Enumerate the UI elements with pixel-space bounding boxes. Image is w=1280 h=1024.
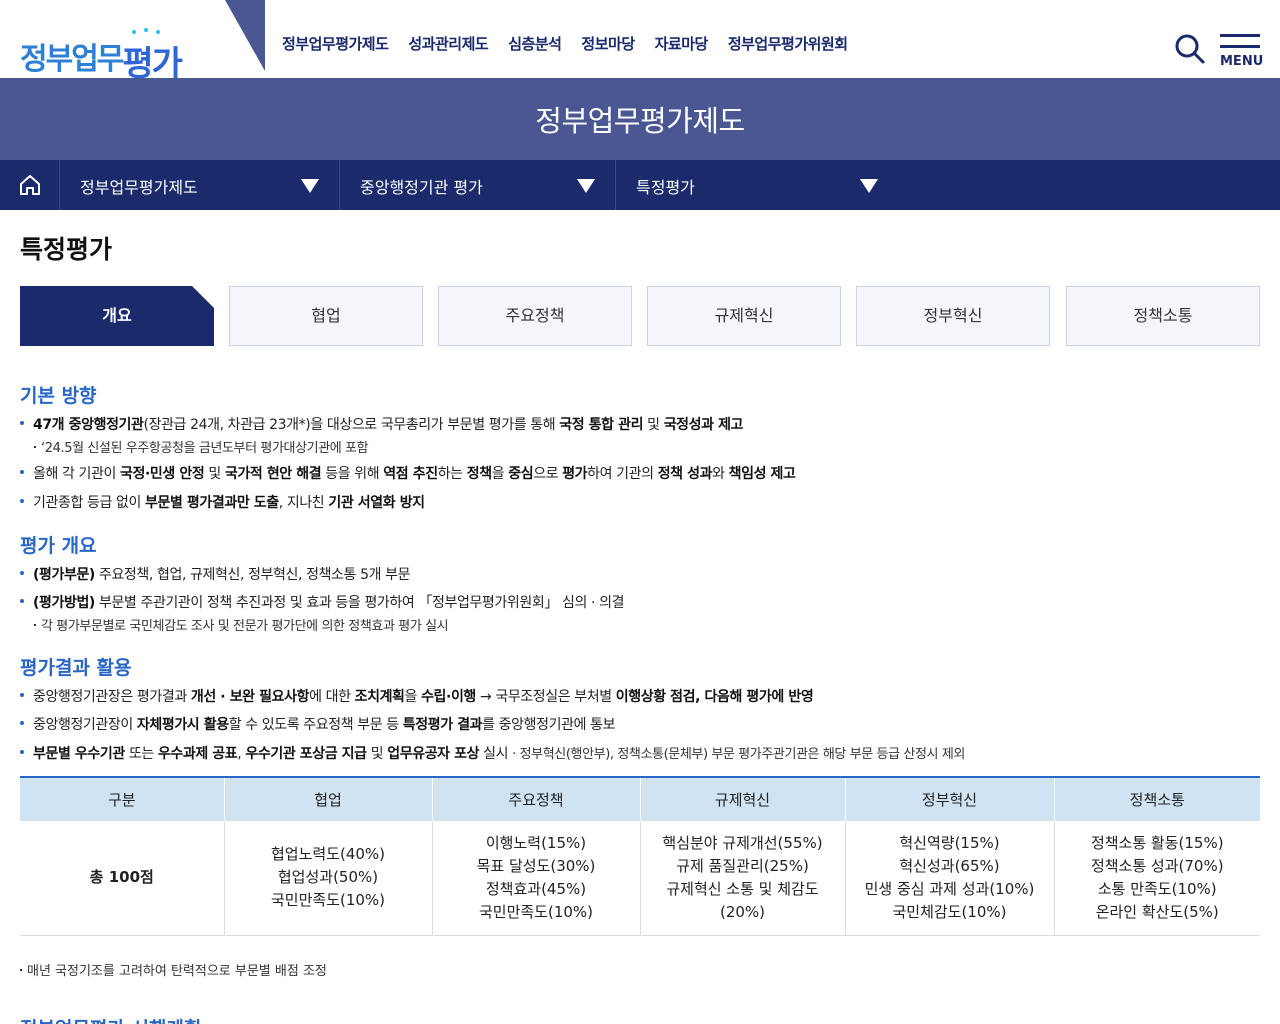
table-header-row: 구분 협업 주요정책 규제혁신 정부혁신 정책소통 — [20, 776, 1260, 821]
bullet — [20, 721, 24, 725]
logo-main-text: 정부업무 — [20, 42, 124, 77]
list-item: 올해 각 기관이 국정·민생 안정 및 국가적 현안 해결 등을 위해 역점 추… — [20, 463, 796, 483]
table-footnote: 매년 국정기조를 고려하여 탄력적으로 부문별 배점 조정 — [20, 960, 327, 979]
table-header-cell: 규제혁신 — [639, 776, 845, 821]
table-header-cell: 정부혁신 — [844, 776, 1054, 821]
home-button[interactable] — [0, 160, 60, 210]
table-cell-policy-communication: 정책소통 활동(15%) 정책소통 성과(70%) 소통 만족도(10%) 온라… — [1053, 821, 1260, 936]
home-icon — [20, 175, 40, 195]
list-subitem: ‘24.5월 신설된 우주항공청을 금년도부터 평가대상기관에 포함 — [34, 437, 369, 456]
table-header-cell: 주요정책 — [431, 776, 640, 821]
section-title-usage: 평가결과 활용 — [20, 657, 132, 679]
site-logo[interactable]: 정부업무평가 — [20, 30, 183, 80]
location-label-2: 중앙행정기관 평가 — [360, 178, 483, 197]
gnb-item-info[interactable]: 정보마당 — [581, 33, 635, 54]
bullet — [20, 499, 24, 503]
tab-collaboration[interactable]: 협업 — [229, 286, 423, 346]
table-row-label: 총 100점 — [20, 821, 224, 936]
bullet — [20, 599, 24, 603]
gnb-item-performance-mgmt[interactable]: 성과관리제도 — [408, 33, 488, 54]
bullet — [20, 571, 24, 575]
menu-bar-mid — [1220, 45, 1260, 48]
table-cell-government-innovation: 혁신역량(15%) 혁신성과(65%) 민생 중심 과제 성과(10%) 국민체… — [844, 821, 1054, 936]
location-nav: 정부업무평가제도 중앙행정기관 평가 특정평가 — [0, 160, 1280, 210]
bullet — [20, 470, 24, 474]
logo-dots — [132, 28, 162, 34]
page-banner: 정부업무평가제도 — [0, 78, 1280, 160]
logo-area[interactable]: 정부업무평가 — [0, 0, 270, 80]
menu-bar-top — [1220, 34, 1260, 37]
location-dropdown-2[interactable]: 중앙행정기관 평가 — [340, 160, 616, 210]
tab-major-policy[interactable]: 주요정책 — [438, 286, 632, 346]
tab-policy-communication[interactable]: 정책소통 — [1066, 286, 1260, 346]
menu-button[interactable]: MENU — [1218, 34, 1264, 70]
chevron-down-icon — [301, 179, 319, 193]
location-label-1: 정부업무평가제도 — [80, 178, 198, 197]
tab-regulatory-innovation[interactable]: 규제혁신 — [647, 286, 841, 346]
table-header-cell: 정책소통 — [1053, 776, 1260, 821]
table-cell-regulatory-innovation: 핵심분야 규제개선(55%) 규제 품질관리(25%) 규제혁신 소통 및 체감… — [639, 821, 845, 936]
tab-government-innovation[interactable]: 정부혁신 — [856, 286, 1050, 346]
chevron-down-icon — [860, 179, 878, 193]
gnb-item-resources[interactable]: 자료마당 — [655, 33, 709, 54]
gnb-item-evaluation-system[interactable]: 정부업무평가제도 — [282, 33, 389, 54]
score-table: 구분 협업 주요정책 규제혁신 정부혁신 정책소통 총 100점 협업노력도(4… — [20, 776, 1260, 936]
list-item: 중앙행정기관장이 자체평가시 활용할 수 있도록 주요정책 부문 등 특정평가 … — [20, 714, 615, 734]
list-item: 47개 중앙행정기관(장관급 24개, 차관급 23개*)을 대상으로 국무총리… — [20, 414, 743, 434]
table-cell-major-policy: 이행노력(15%) 목표 달성도(30%) 정책효과(45%) 국민만족도(10… — [431, 821, 640, 936]
chevron-down-icon — [577, 179, 595, 193]
table-header-cell: 협업 — [223, 776, 432, 821]
location-dropdown-3[interactable]: 특정평가 — [616, 160, 896, 210]
search-icon[interactable] — [1174, 33, 1206, 65]
list-item: (평가부문) 주요정책, 협업, 규제혁신, 정부혁신, 정책소통 5개 부문 — [20, 564, 410, 584]
location-dropdown-1[interactable]: 정부업무평가제도 — [60, 160, 340, 210]
tab-bar: 개요 협업 주요정책 규제혁신 정부혁신 정책소통 — [20, 286, 1260, 346]
list-item: 중앙행정기관장은 평가결과 개선 · 보완 필요사항에 대한 조치계획을 수립·… — [20, 686, 814, 706]
list-item: 부문별 우수기관 또는 우수과제 공표, 우수기관 포상금 지급 및 업무유공자… — [20, 743, 965, 763]
gnb-item-committee[interactable]: 정부업무평가위원회 — [728, 33, 848, 54]
location-label-3: 특정평가 — [636, 178, 695, 197]
page-title: 특정평가 — [20, 235, 113, 264]
bullet — [20, 693, 24, 697]
tab-overview[interactable]: 개요 — [20, 286, 214, 346]
menu-label: MENU — [1220, 54, 1264, 69]
bullet — [20, 750, 24, 754]
gnb-item-in-depth-analysis[interactable]: 심층분석 — [508, 33, 562, 54]
section-title-next: 정부업무평가 시행계획 — [20, 1014, 201, 1024]
table-cell-collaboration: 협업노력도(40%) 협업성과(50%) 국민만족도(10%) — [223, 821, 432, 936]
list-item: 기관종합 등급 없이 부문별 평가결과만 도출, 지나친 기관 서열화 방지 — [20, 492, 425, 512]
table-row: 총 100점 협업노력도(40%) 협업성과(50%) 국민만족도(10%) 이… — [20, 821, 1260, 936]
banner-title: 정부업무평가제도 — [535, 104, 745, 138]
section-title-basic: 기본 방향 — [20, 385, 97, 407]
bullet — [20, 421, 24, 425]
global-nav: 정부업무평가제도 성과관리제도 심층분석 정보마당 자료마당 정부업무평가위원회 — [282, 33, 868, 54]
table-header-cell: 구분 — [20, 776, 224, 821]
list-subitem: 각 평가부문별로 국민체감도 조사 및 전문가 평가단에 의한 정책효과 평가 … — [34, 615, 449, 634]
section-title-overview: 평가 개요 — [20, 535, 97, 557]
list-item: (평가방법) 부문별 주관기관이 정책 추진과정 및 효과 등을 평가하여 「정… — [20, 592, 624, 612]
